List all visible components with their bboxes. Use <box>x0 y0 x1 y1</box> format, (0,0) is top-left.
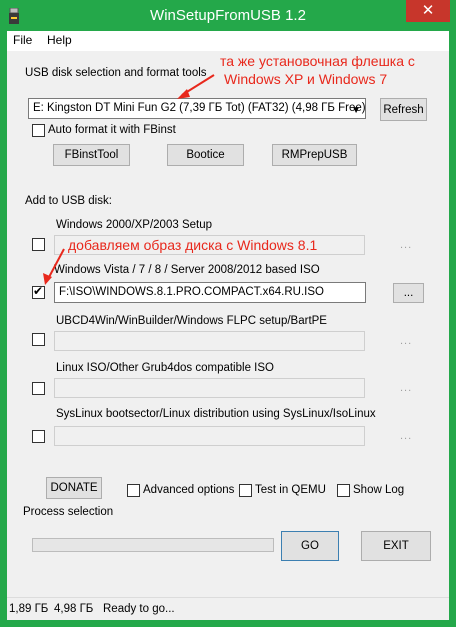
menu-bar: File Help <box>7 31 449 51</box>
app-window: WinSetupFromUSB 1.2 ✕ File Help USB disk… <box>0 0 456 627</box>
menu-file[interactable]: File <box>13 33 32 47</box>
process-selection-label: Process selection <box>23 506 114 518</box>
entry-checkbox-syslinux[interactable] <box>32 430 45 443</box>
annotation-flash-line1: та же установочная флешка с <box>220 53 415 69</box>
entry-checkbox-winxp[interactable] <box>32 238 45 251</box>
test-qemu-checkbox[interactable] <box>239 484 252 497</box>
show-log-checkbox[interactable] <box>337 484 350 497</box>
status-total-size: 1,89 ГБ <box>9 603 49 615</box>
status-bar: 1,89 ГБ 4,98 ГБ Ready to go... <box>7 597 449 620</box>
refresh-button[interactable]: Refresh <box>380 98 427 121</box>
entry-label-syslinux: SysLinux bootsector/Linux distribution u… <box>56 408 376 420</box>
go-button[interactable]: GO <box>281 531 339 561</box>
exit-button[interactable]: EXIT <box>361 531 431 561</box>
donate-button[interactable]: DONATE <box>46 477 102 499</box>
usb-section-label: USB disk selection and format tools <box>25 67 207 79</box>
entry-browse-syslinux[interactable]: ... <box>400 430 412 442</box>
rmprepusb-button[interactable]: RMPrepUSB <box>272 144 357 166</box>
client-area: File Help USB disk selection and format … <box>7 31 449 620</box>
usb-disk-value: E: Kingston DT Mini Fun G2 (7,39 ГБ Tot)… <box>33 102 366 114</box>
test-qemu-label: Test in QEMU <box>255 484 326 496</box>
entry-label-bartpe: UBCD4Win/WinBuilder/Windows FLPC setup/B… <box>56 315 327 327</box>
status-message: Ready to go... <box>103 603 175 615</box>
annotation-flash-line2: Windows XP и Windows 7 <box>224 71 388 87</box>
window-title: WinSetupFromUSB 1.2 <box>150 7 306 24</box>
show-log-label: Show Log <box>353 484 405 496</box>
bootice-button[interactable]: Bootice <box>167 144 244 166</box>
usb-disk-select[interactable]: E: Kingston DT Mini Fun G2 (7,39 ГБ Tot)… <box>28 98 366 119</box>
entry-browse-bartpe[interactable]: ... <box>400 335 412 347</box>
entry-label-linux: Linux ISO/Other Grub4dos compatible ISO <box>56 362 274 374</box>
entry-path-linux[interactable] <box>54 378 365 398</box>
entry-browse-linux[interactable]: ... <box>400 382 412 394</box>
auto-format-checkbox[interactable] <box>32 124 45 137</box>
progress-bar <box>32 538 274 552</box>
entry-checkbox-win7[interactable] <box>32 284 45 299</box>
advanced-options-checkbox[interactable] <box>127 484 140 497</box>
entry-path-win7[interactable]: F:\ISO\WINDOWS.8.1.PRO.COMPACT.x64.RU.IS… <box>54 282 366 303</box>
entry-browse-winxp[interactable]: ... <box>400 239 412 251</box>
close-button[interactable]: ✕ <box>406 0 450 22</box>
entry-browse-win7[interactable]: ... <box>393 283 424 303</box>
entry-label-winxp: Windows 2000/XP/2003 Setup <box>56 219 212 231</box>
menu-help[interactable]: Help <box>47 33 72 47</box>
title-bar[interactable]: WinSetupFromUSB 1.2 ✕ <box>0 0 456 31</box>
fbinsttool-button[interactable]: FBinstTool <box>53 144 130 166</box>
chevron-down-icon: ▼ <box>351 105 361 116</box>
entry-label-win7: Windows Vista / 7 / 8 / Server 2008/2012… <box>54 264 320 276</box>
entry-path-bartpe[interactable] <box>54 331 365 351</box>
entry-checkbox-bartpe[interactable] <box>32 333 45 346</box>
auto-format-label: Auto format it with FBinst <box>48 124 176 136</box>
status-free-size: 4,98 ГБ <box>54 603 94 615</box>
annotation-image-note: добавляем образ диска с Windows 8.1 <box>68 237 318 253</box>
entry-checkbox-linux[interactable] <box>32 382 45 395</box>
add-section-label: Add to USB disk: <box>25 195 112 207</box>
entry-path-syslinux[interactable] <box>54 426 365 446</box>
advanced-options-label: Advanced options <box>143 484 235 496</box>
